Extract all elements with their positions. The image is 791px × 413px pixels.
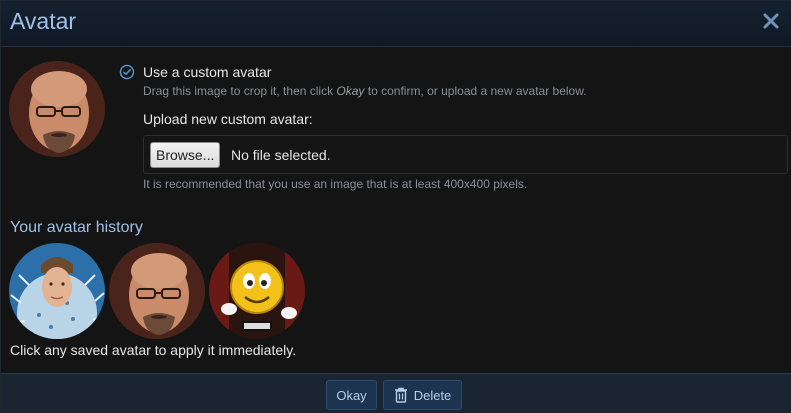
dialog-header: Avatar bbox=[1, 1, 791, 47]
dialog-footer: Okay Delete bbox=[1, 373, 791, 413]
delete-button-label: Delete bbox=[413, 387, 452, 403]
current-avatar-preview[interactable] bbox=[9, 61, 105, 157]
trash-icon bbox=[394, 387, 407, 403]
man-portrait-pufferfish-icon bbox=[9, 243, 105, 339]
avatar-history-list bbox=[9, 243, 305, 339]
crop-hint: Drag this image to crop it, then click O… bbox=[143, 84, 587, 98]
custom-avatar-label: Use a custom avatar bbox=[143, 64, 272, 80]
file-status: No file selected. bbox=[231, 147, 331, 163]
custom-avatar-option[interactable]: Use a custom avatar bbox=[119, 62, 271, 82]
size-recommendation: It is recommended that you use an image … bbox=[143, 177, 528, 191]
smiley-with-hands-icon bbox=[209, 243, 305, 339]
avatar-history-note: Click any saved avatar to apply it immed… bbox=[10, 342, 297, 358]
avatar-history-title: Your avatar history bbox=[10, 219, 143, 236]
close-icon bbox=[763, 13, 779, 29]
dialog-body: Use a custom avatar Drag this image to c… bbox=[1, 47, 791, 373]
avatar-history-1[interactable] bbox=[9, 243, 105, 339]
dialog-title: Avatar bbox=[10, 8, 77, 34]
avatar-history-3[interactable] bbox=[209, 243, 305, 339]
okay-button[interactable]: Okay bbox=[326, 380, 377, 410]
browse-button[interactable]: Browse... bbox=[150, 142, 221, 168]
file-input[interactable]: Browse... No file selected. bbox=[143, 135, 788, 174]
crop-hint-okay: Okay bbox=[336, 84, 365, 98]
bald-man-glasses-portrait-icon bbox=[109, 243, 205, 339]
avatar-history-2[interactable] bbox=[109, 243, 205, 339]
delete-button[interactable]: Delete bbox=[383, 380, 462, 410]
avatar-dialog: Avatar Use a custom avatar Drag this ima… bbox=[0, 0, 791, 413]
upload-label: Upload new custom avatar: bbox=[143, 111, 313, 127]
close-button[interactable] bbox=[761, 9, 781, 33]
check-circle-icon[interactable] bbox=[119, 64, 135, 80]
okay-button-label: Okay bbox=[336, 387, 367, 403]
bald-man-glasses-portrait-icon bbox=[9, 61, 105, 157]
crop-hint-after: to confirm, or upload a new avatar below… bbox=[364, 84, 587, 98]
crop-hint-before: Drag this image to crop it, then click bbox=[143, 84, 337, 98]
